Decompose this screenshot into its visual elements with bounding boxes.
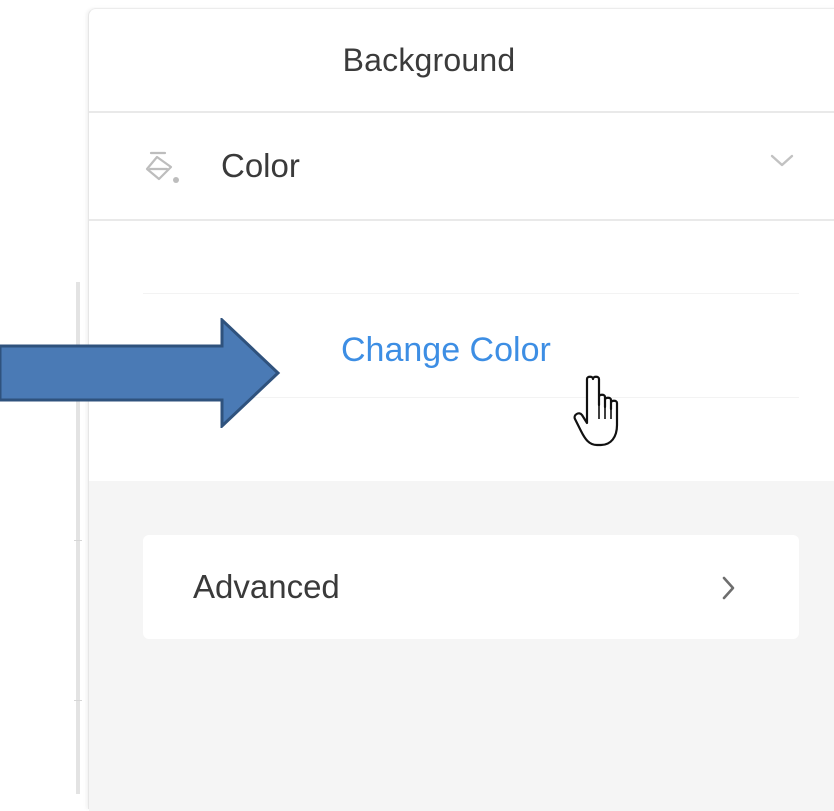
advanced-label: Advanced (193, 568, 340, 605)
color-section-label: Color (221, 147, 300, 184)
advanced-button[interactable]: Advanced (143, 535, 799, 639)
editor-edge-tick (74, 540, 82, 541)
panel-title: Background (342, 41, 516, 78)
divider (143, 293, 799, 294)
hand-pointer-cursor-icon (573, 375, 619, 447)
chevron-right-icon (722, 576, 735, 600)
change-color-link[interactable]: Change Color (341, 331, 551, 370)
chevron-down-icon[interactable] (769, 153, 795, 169)
color-section-header[interactable]: Color (89, 113, 834, 221)
paint-bucket-icon (145, 151, 179, 183)
panel-header: Background (89, 9, 834, 113)
editor-edge-tick (74, 700, 82, 701)
annotation-arrow-icon (0, 318, 281, 428)
advanced-section-area: Advanced (89, 481, 834, 811)
